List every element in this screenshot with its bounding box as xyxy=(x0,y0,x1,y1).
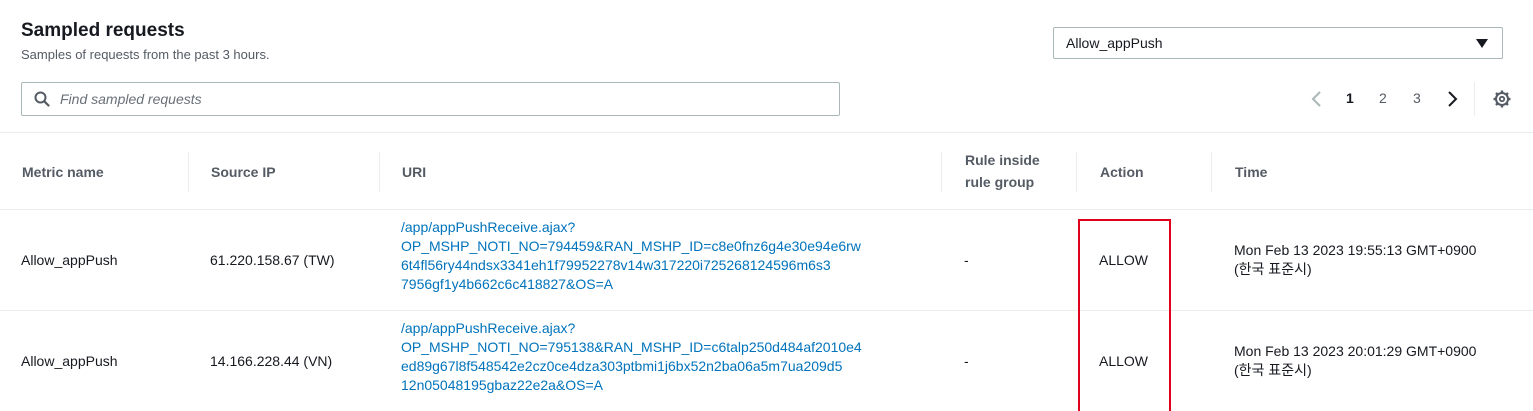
rule-in-group-cell: - xyxy=(964,252,969,268)
time-zone: (한국 표준시) xyxy=(1234,362,1312,378)
page-title: Sampled requests xyxy=(21,20,185,41)
action-highlight-box xyxy=(1078,219,1171,411)
column-header-metric-name[interactable]: Metric name xyxy=(22,161,104,183)
uri-line: 7956gf1y4b662c6c418827&OS=A xyxy=(401,276,614,292)
metric-name-cell: Allow_appPush xyxy=(21,252,118,268)
source-ip-cell: 61.220.158.67 (TW) xyxy=(210,252,335,268)
uri-line: ed89g67l8f548542e2cz0ce4dza303ptbmi1j6bx… xyxy=(401,358,843,374)
time-cell: Mon Feb 13 2023 20:01:29 GMT+0900 (한국 표준… xyxy=(1234,342,1476,380)
rule-select[interactable]: Allow_appPush xyxy=(1053,27,1503,59)
column-header-uri[interactable]: URI xyxy=(402,161,426,183)
chevron-right-icon[interactable] xyxy=(1444,89,1460,109)
uri-line: /app/appPushReceive.ajax? xyxy=(401,219,576,235)
rule-select-value: Allow_appPush xyxy=(1066,35,1163,51)
column-header-rule-inside-rule-group[interactable]: Rule inside rule group xyxy=(965,149,1060,193)
rule-in-group-cell: - xyxy=(964,353,969,369)
uri-line: 12n05048195gbaz22e2a&OS=A xyxy=(401,377,604,393)
uri-line: 6t4fl56ry44ndsx3341eh1f79952278v14w31722… xyxy=(401,257,831,273)
time-value: Mon Feb 13 2023 20:01:29 GMT+0900 xyxy=(1234,343,1477,359)
gear-icon[interactable] xyxy=(1493,90,1511,108)
column-divider xyxy=(188,152,189,192)
column-header-action[interactable]: Action xyxy=(1100,161,1144,183)
caret-down-icon xyxy=(1476,39,1488,48)
page-subtitle: Samples of requests from the past 3 hour… xyxy=(21,47,270,62)
page-2-button[interactable]: 2 xyxy=(1379,90,1387,106)
search-box[interactable] xyxy=(21,82,840,116)
table-row: Allow_appPush 14.166.228.44 (VN) /app/ap… xyxy=(0,312,1533,411)
table-header: Metric name Source IP URI Rule inside ru… xyxy=(0,134,1533,210)
uri-line: OP_MSHP_NOTI_NO=795138&RAN_MSHP_ID=c6tal… xyxy=(401,339,862,355)
time-zone: (한국 표준시) xyxy=(1234,261,1312,277)
sampled-requests-header: Sampled requests Samples of requests fro… xyxy=(0,0,1533,133)
time-value: Mon Feb 13 2023 19:55:13 GMT+0900 xyxy=(1234,242,1477,258)
metric-name-cell: Allow_appPush xyxy=(21,353,118,369)
search-icon xyxy=(34,91,50,107)
column-header-source-ip[interactable]: Source IP xyxy=(211,161,276,183)
page-3-button[interactable]: 3 xyxy=(1413,90,1421,106)
column-divider xyxy=(1076,152,1077,192)
column-divider xyxy=(941,152,942,192)
chevron-left-icon[interactable] xyxy=(1309,89,1325,109)
column-divider xyxy=(379,152,380,192)
page-1-button[interactable]: 1 xyxy=(1346,90,1354,106)
column-header-time[interactable]: Time xyxy=(1235,161,1267,183)
search-input[interactable] xyxy=(60,87,830,111)
time-cell: Mon Feb 13 2023 19:55:13 GMT+0900 (한국 표준… xyxy=(1234,241,1476,279)
uri-link[interactable]: /app/appPushReceive.ajax? OP_MSHP_NOTI_N… xyxy=(401,218,926,294)
column-divider xyxy=(1211,152,1212,192)
uri-link[interactable]: /app/appPushReceive.ajax? OP_MSHP_NOTI_N… xyxy=(401,319,926,395)
uri-line: OP_MSHP_NOTI_NO=794459&RAN_MSHP_ID=c8e0f… xyxy=(401,238,861,254)
source-ip-cell: 14.166.228.44 (VN) xyxy=(210,353,333,369)
uri-line: /app/appPushReceive.ajax? xyxy=(401,320,576,336)
pager-divider xyxy=(1474,82,1475,116)
table-row: Allow_appPush 61.220.158.67 (TW) /app/ap… xyxy=(0,211,1533,311)
